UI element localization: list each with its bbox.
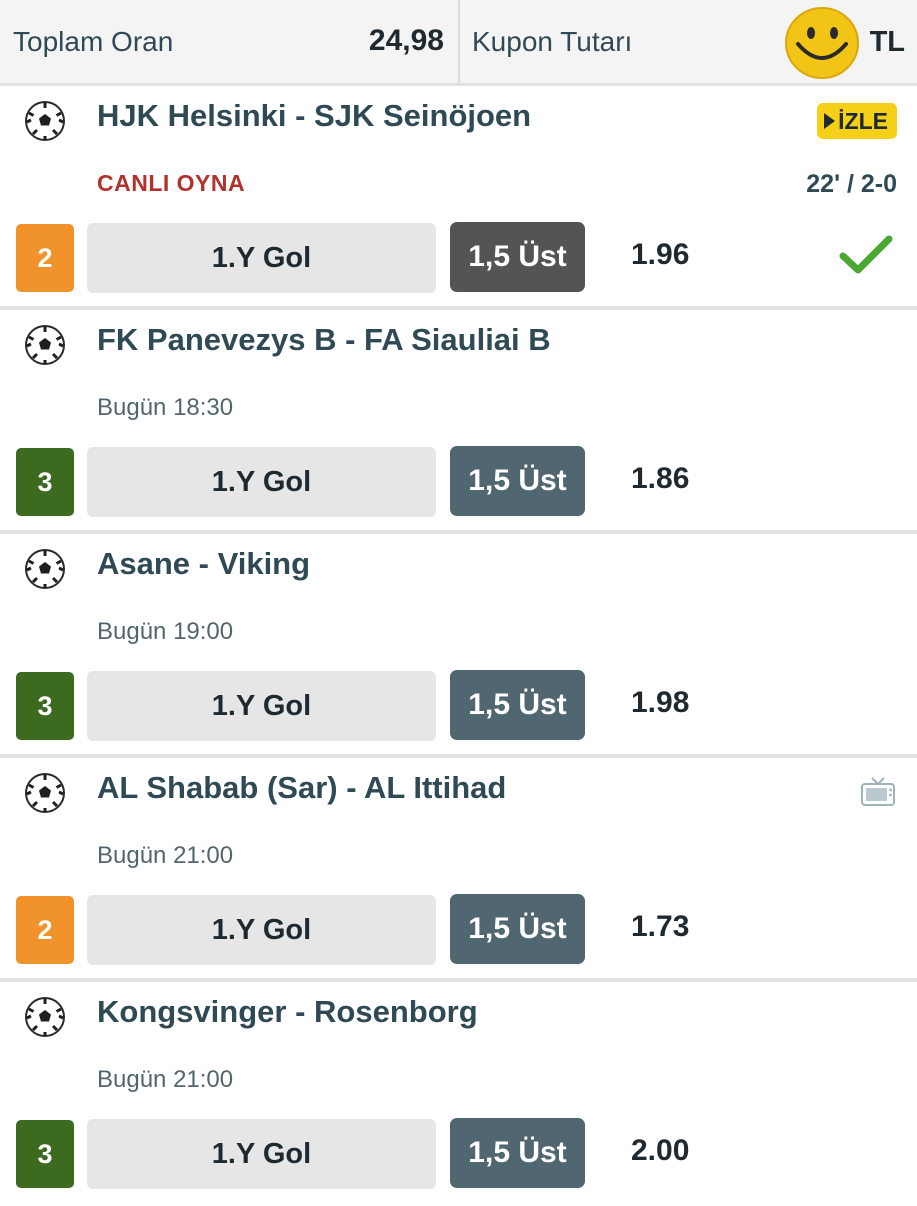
match-teams[interactable]: AL Shabab (Sar) - AL Ittihad: [97, 770, 506, 806]
market-button[interactable]: 1.Y Gol: [87, 447, 436, 517]
smiley-sticker-icon: [785, 7, 859, 79]
match-row[interactable]: Kongsvinger - Rosenborg Bugün 21:00 3 1.Y G…: [0, 982, 917, 1206]
play-icon: [824, 113, 836, 129]
football-icon: [24, 772, 66, 814]
match-teams[interactable]: Asane - Viking: [97, 546, 310, 582]
football-icon: [24, 100, 66, 142]
odds-value: 1.86: [631, 462, 690, 495]
total-odds-section: Toplam Oran 24,98: [0, 0, 460, 83]
match-list: HJK Helsinki - SJK Seinöjoen CANLI OYNA 22…: [0, 86, 917, 1206]
football-icon: [24, 324, 66, 366]
match-time: Bugün 19:00: [97, 618, 234, 645]
pick-rank-badge: 2: [16, 224, 74, 292]
match-teams[interactable]: Kongsvinger - Rosenborg: [97, 994, 478, 1030]
coupon-summary-header: Toplam Oran 24,98 Kupon Tutarı TL: [0, 0, 917, 86]
odds-value: 1.96: [631, 238, 690, 271]
match-row[interactable]: AL Shabab (Sar) - AL Ittihad Bugün 21:00 2…: [0, 758, 917, 982]
odds-value: 2.00: [631, 1134, 690, 1167]
market-button[interactable]: 1.Y Gol: [87, 895, 436, 965]
football-icon: [24, 996, 66, 1038]
selection-button[interactable]: 1,5 Üst: [450, 222, 585, 292]
coupon-amount-label: Kupon Tutarı: [472, 26, 633, 57]
selection-button[interactable]: 1,5 Üst: [450, 894, 585, 964]
match-time: Bugün 18:30: [97, 394, 234, 421]
currency-label: TL: [869, 26, 905, 58]
live-score: 22' / 2-0: [806, 170, 897, 198]
pick-rank-badge: 3: [16, 1120, 74, 1188]
watch-button[interactable]: İZLE: [817, 103, 897, 139]
total-odds-value: 24,98: [368, 24, 444, 57]
match-row[interactable]: HJK Helsinki - SJK Seinöjoen CANLI OYNA 22…: [0, 86, 917, 310]
market-button[interactable]: 1.Y Gol: [87, 671, 436, 741]
selection-button[interactable]: 1,5 Üst: [450, 670, 585, 740]
match-time: Bugün 21:00: [97, 842, 234, 869]
pick-rank-badge: 3: [16, 672, 74, 740]
football-icon: [24, 548, 66, 590]
market-button[interactable]: 1.Y Gol: [87, 1119, 436, 1189]
total-odds-label: Toplam Oran: [13, 26, 174, 57]
tv-broadcast-icon[interactable]: [861, 776, 895, 808]
pick-rank-badge: 2: [16, 896, 74, 964]
live-play-link[interactable]: CANLI OYNA: [97, 170, 245, 197]
match-teams[interactable]: HJK Helsinki - SJK Seinöjoen: [97, 98, 531, 134]
won-check-icon: [839, 235, 893, 274]
watch-label: İZLE: [838, 107, 888, 134]
pick-rank-badge: 3: [16, 448, 74, 516]
match-teams[interactable]: FK Panevezys B - FA Siauliai B: [97, 322, 551, 358]
market-button[interactable]: 1.Y Gol: [87, 223, 436, 293]
odds-value: 1.98: [631, 686, 690, 719]
selection-button[interactable]: 1,5 Üst: [450, 446, 585, 516]
match-time: Bugün 21:00: [97, 1066, 234, 1093]
selection-button[interactable]: 1,5 Üst: [450, 1118, 585, 1188]
match-row[interactable]: FK Panevezys B - FA Siauliai B Bugün 18:3…: [0, 310, 917, 534]
odds-value: 1.73: [631, 910, 690, 943]
match-row[interactable]: Asane - Viking Bugün 19:00 3 1.Y Gol 1,5 Üst…: [0, 534, 917, 758]
